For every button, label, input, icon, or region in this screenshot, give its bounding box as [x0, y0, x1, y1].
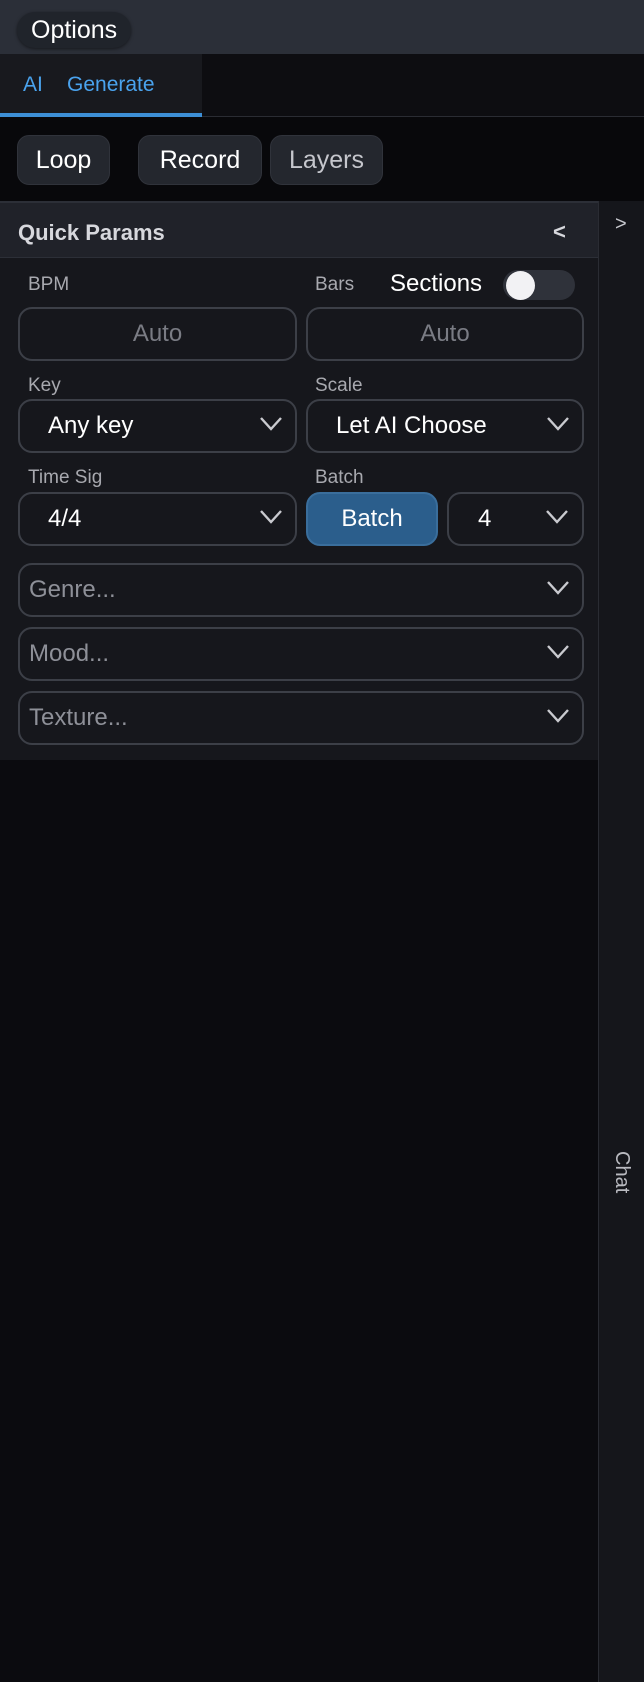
time-sig-select-value: 4/4	[48, 505, 82, 532]
bpm-input[interactable]: Auto	[18, 307, 297, 361]
genre-placeholder: Genre...	[29, 576, 116, 603]
bpm-label: BPM	[28, 274, 70, 295]
scale-select[interactable]: Let AI Choose	[306, 399, 584, 453]
key-select-value: Any key	[48, 412, 134, 439]
scale-label: Scale	[315, 375, 363, 396]
chevron-left-icon[interactable]: <	[553, 219, 566, 245]
chevron-down-icon	[547, 645, 569, 659]
app-window: Options AI Generate Loop Record Layers Q…	[0, 0, 644, 1682]
quick-params-header[interactable]: Quick Params <	[0, 201, 598, 258]
batch-label: Batch	[315, 467, 364, 488]
top-bar: Options	[0, 0, 644, 54]
batch-count-select[interactable]: 4	[447, 492, 584, 546]
chat-sidebar[interactable]: > Chat	[598, 201, 644, 1682]
tab-ai-label: AI	[23, 73, 43, 96]
time-sig-label: Time Sig	[28, 467, 103, 488]
quick-params-title: Quick Params	[18, 220, 165, 245]
chevron-right-icon[interactable]: >	[615, 213, 627, 236]
tab-generate-label: Generate	[67, 73, 155, 96]
chevron-down-icon	[547, 581, 569, 595]
batch-button[interactable]: Batch	[306, 492, 438, 546]
chevron-down-icon	[260, 510, 282, 524]
batch-count-value: 4	[478, 505, 492, 532]
options-button[interactable]: Options	[17, 12, 132, 48]
chevron-down-icon	[547, 417, 569, 431]
key-select[interactable]: Any key	[18, 399, 297, 453]
chat-label[interactable]: Chat	[610, 1151, 633, 1193]
chevron-down-icon	[547, 709, 569, 723]
genre-select[interactable]: Genre...	[18, 563, 584, 617]
record-button[interactable]: Record	[138, 135, 262, 185]
toggle-knob	[506, 271, 535, 300]
scale-select-value: Let AI Choose	[336, 412, 487, 439]
bars-label: Bars	[315, 274, 355, 295]
tab-bar: AI Generate	[0, 54, 644, 117]
sections-toggle[interactable]	[503, 270, 575, 300]
texture-placeholder: Texture...	[29, 704, 128, 731]
mode-toolbar: Loop Record Layers	[0, 117, 644, 201]
content-area	[0, 760, 598, 1682]
key-label: Key	[28, 375, 61, 396]
mood-select[interactable]: Mood...	[18, 627, 584, 681]
layers-button[interactable]: Layers	[270, 135, 383, 185]
chevron-down-icon	[546, 510, 568, 524]
time-sig-select[interactable]: 4/4	[18, 492, 297, 546]
mood-placeholder: Mood...	[29, 640, 110, 667]
chevron-down-icon	[260, 417, 282, 431]
loop-button[interactable]: Loop	[17, 135, 110, 185]
sections-label: Sections	[390, 270, 483, 297]
bars-input[interactable]: Auto	[306, 307, 584, 361]
tab-ai-generate[interactable]: AI Generate	[0, 54, 202, 117]
texture-select[interactable]: Texture...	[18, 691, 584, 745]
